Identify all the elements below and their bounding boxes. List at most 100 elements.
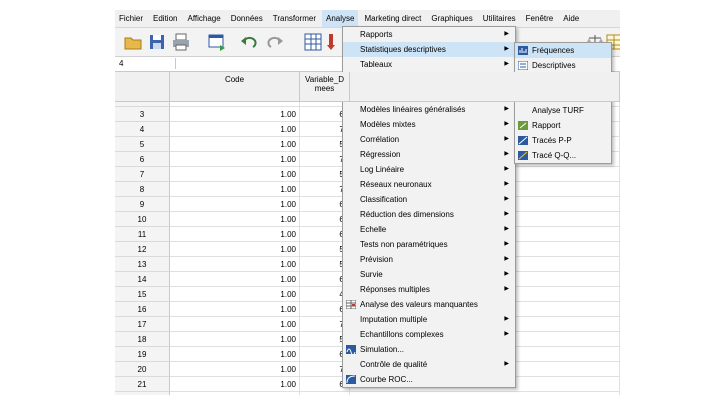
analyse-menu-item-regression[interactable]: Régression ▶ — [343, 147, 515, 162]
cell-code[interactable]: 1.00 — [170, 122, 300, 137]
cell-code[interactable]: 1.00 — [170, 272, 300, 287]
cell-code[interactable]: 1.00 — [170, 212, 300, 227]
column-header-empty[interactable] — [350, 72, 620, 102]
corner-header[interactable] — [115, 72, 170, 102]
row-header[interactable]: 17 — [115, 317, 170, 332]
analyse-menu-item-statistiques-descriptives[interactable]: Statistiques descriptives ▶ — [343, 42, 515, 57]
open-folder-icon[interactable] — [123, 32, 143, 52]
analyse-menu-item-modeles-lineaires-generalises[interactable]: Modèles linéaires généralisés ▶ — [343, 102, 515, 117]
analyse-menu-item-correlation[interactable]: Corrélation ▶ — [343, 132, 515, 147]
analyse-menu-item-modeles-mixtes[interactable]: Modèles mixtes ▶ — [343, 117, 515, 132]
row-header[interactable]: 22 — [115, 392, 170, 395]
menu-item-label: Réponses multiples — [360, 285, 430, 294]
cell-code[interactable]: 1.00 — [170, 287, 300, 302]
cell-code[interactable]: 1.00 — [170, 377, 300, 392]
analyse-menu-item-controle-de-qualite[interactable]: Contrôle de qualité ▶ — [343, 357, 515, 372]
analyse-menu-item-simulation[interactable]: Simulation... — [343, 342, 515, 357]
cell-contents-input[interactable] — [175, 58, 346, 69]
menu-fichier[interactable]: Fichier — [115, 10, 147, 27]
menu-edition[interactable]: Edition — [149, 10, 181, 27]
analyse-menu-item-rapports[interactable]: Rapports ▶ — [343, 27, 515, 42]
column-header-variable[interactable]: Variable_D mees — [300, 72, 350, 102]
stats-menu-item-rapport[interactable]: Rapport — [515, 118, 611, 133]
menu-item-label: Log Linéaire — [360, 165, 405, 174]
analyse-menu-item-tableaux[interactable]: Tableaux ▶ — [343, 57, 515, 72]
redo-icon[interactable] — [265, 32, 285, 52]
row-header[interactable]: 12 — [115, 242, 170, 257]
menu-marketing-direct[interactable]: Marketing direct — [360, 10, 425, 27]
analyse-menu-item-log-lineaire[interactable]: Log Linéaire ▶ — [343, 162, 515, 177]
menu-analyse[interactable]: Analyse — [322, 10, 359, 27]
cell-code[interactable]: 1.00 — [170, 257, 300, 272]
cell-code[interactable]: 1.00 — [170, 167, 300, 182]
menu-donn-es[interactable]: Données — [227, 10, 267, 27]
analyse-menu-item-classification[interactable]: Classification ▶ — [343, 192, 515, 207]
cell-code[interactable]: 1.00 — [170, 137, 300, 152]
row-header[interactable]: 11 — [115, 227, 170, 242]
row-header[interactable]: 10 — [115, 212, 170, 227]
stats-menu-item-descriptives[interactable]: Descriptives — [515, 58, 611, 73]
analyse-menu-item-reponses-multiples[interactable]: Réponses multiples ▶ — [343, 282, 515, 297]
row-header[interactable]: 9 — [115, 197, 170, 212]
row-header[interactable]: 19 — [115, 347, 170, 362]
menu-item-label: Tracés P-P — [532, 136, 572, 145]
menu-graphiques[interactable]: Graphiques — [427, 10, 476, 27]
row-header[interactable]: 4 — [115, 122, 170, 137]
cell-code[interactable]: 1.00 — [170, 392, 300, 395]
analyse-menu-item-echelle[interactable]: Echelle ▶ — [343, 222, 515, 237]
print-icon[interactable] — [171, 32, 191, 52]
menu-utilitaires[interactable]: Utilitaires — [479, 10, 520, 27]
analyse-menu-item-imputation-multiple[interactable]: Imputation multiple ▶ — [343, 312, 515, 327]
analyse-menu-item-analyse-des-valeurs-manquantes[interactable]: Analyse des valeurs manquantes — [343, 297, 515, 312]
submenu-arrow-icon: ▶ — [504, 166, 509, 172]
row-header[interactable]: 6 — [115, 152, 170, 167]
row-header[interactable]: 18 — [115, 332, 170, 347]
submenu-arrow-icon: ▶ — [504, 286, 509, 292]
cell-code[interactable]: 1.00 — [170, 362, 300, 377]
menu-aide[interactable]: Aide — [559, 10, 583, 27]
row-header[interactable]: 8 — [115, 182, 170, 197]
cell-code[interactable]: 1.00 — [170, 152, 300, 167]
analyse-menu-item-courbe-roc[interactable]: Courbe ROC... — [343, 372, 515, 387]
stats-menu-item-traces-p-p[interactable]: Tracés P-P — [515, 133, 611, 148]
column-header-code[interactable]: Code — [170, 72, 300, 102]
cell-variable[interactable]: 6. — [300, 392, 350, 395]
row-header[interactable]: 21 — [115, 377, 170, 392]
analyse-menu-item-prevision[interactable]: Prévision ▶ — [343, 252, 515, 267]
cell-empty[interactable] — [350, 392, 620, 395]
cell-code[interactable]: 1.00 — [170, 182, 300, 197]
submenu-arrow-icon: ▶ — [504, 136, 509, 142]
cell-code[interactable]: 1.00 — [170, 197, 300, 212]
analyse-menu-item-reseaux-neuronaux[interactable]: Réseaux neuronaux ▶ — [343, 177, 515, 192]
row-header[interactable]: 14 — [115, 272, 170, 287]
save-icon[interactable] — [147, 32, 167, 52]
menu-item-label: Modèles linéaires généralisés — [360, 105, 466, 114]
goto-case-icon[interactable] — [303, 32, 323, 52]
cell-code[interactable]: 1.00 — [170, 332, 300, 347]
row-header[interactable]: 3 — [115, 107, 170, 122]
row-header[interactable]: 5 — [115, 137, 170, 152]
row-header[interactable]: 16 — [115, 302, 170, 317]
stats-menu-item-trace-q-q[interactable]: Tracé Q-Q... — [515, 148, 611, 163]
cell-code[interactable]: 1.00 — [170, 317, 300, 332]
row-header[interactable]: 20 — [115, 362, 170, 377]
cell-code[interactable]: 1.00 — [170, 227, 300, 242]
dialog-recall-icon[interactable] — [207, 32, 227, 52]
menu-transformer[interactable]: Transformer — [269, 10, 320, 27]
undo-icon[interactable] — [239, 32, 259, 52]
row-header[interactable]: 7 — [115, 167, 170, 182]
cell-code[interactable]: 1.00 — [170, 302, 300, 317]
analyse-menu-item-echantillons-complexes[interactable]: Echantillons complexes ▶ — [343, 327, 515, 342]
row-header[interactable]: 15 — [115, 287, 170, 302]
stats-menu-item-frequences[interactable]: Fréquences — [515, 43, 611, 58]
cell-code[interactable]: 1.00 — [170, 107, 300, 122]
row-header[interactable]: 13 — [115, 257, 170, 272]
analyse-menu-item-tests-non-parametriques[interactable]: Tests non paramétriques ▶ — [343, 237, 515, 252]
menu-affichage[interactable]: Affichage — [183, 10, 224, 27]
analyse-menu-item-reduction-des-dimensions[interactable]: Réduction des dimensions ▶ — [343, 207, 515, 222]
analyse-menu-item-survie[interactable]: Survie ▶ — [343, 267, 515, 282]
cell-code[interactable]: 1.00 — [170, 347, 300, 362]
cell-code[interactable]: 1.00 — [170, 242, 300, 257]
menu-fen-tre[interactable]: Fenêtre — [522, 10, 558, 27]
stats-menu-item-analyse-turf[interactable]: Analyse TURF — [515, 103, 611, 118]
